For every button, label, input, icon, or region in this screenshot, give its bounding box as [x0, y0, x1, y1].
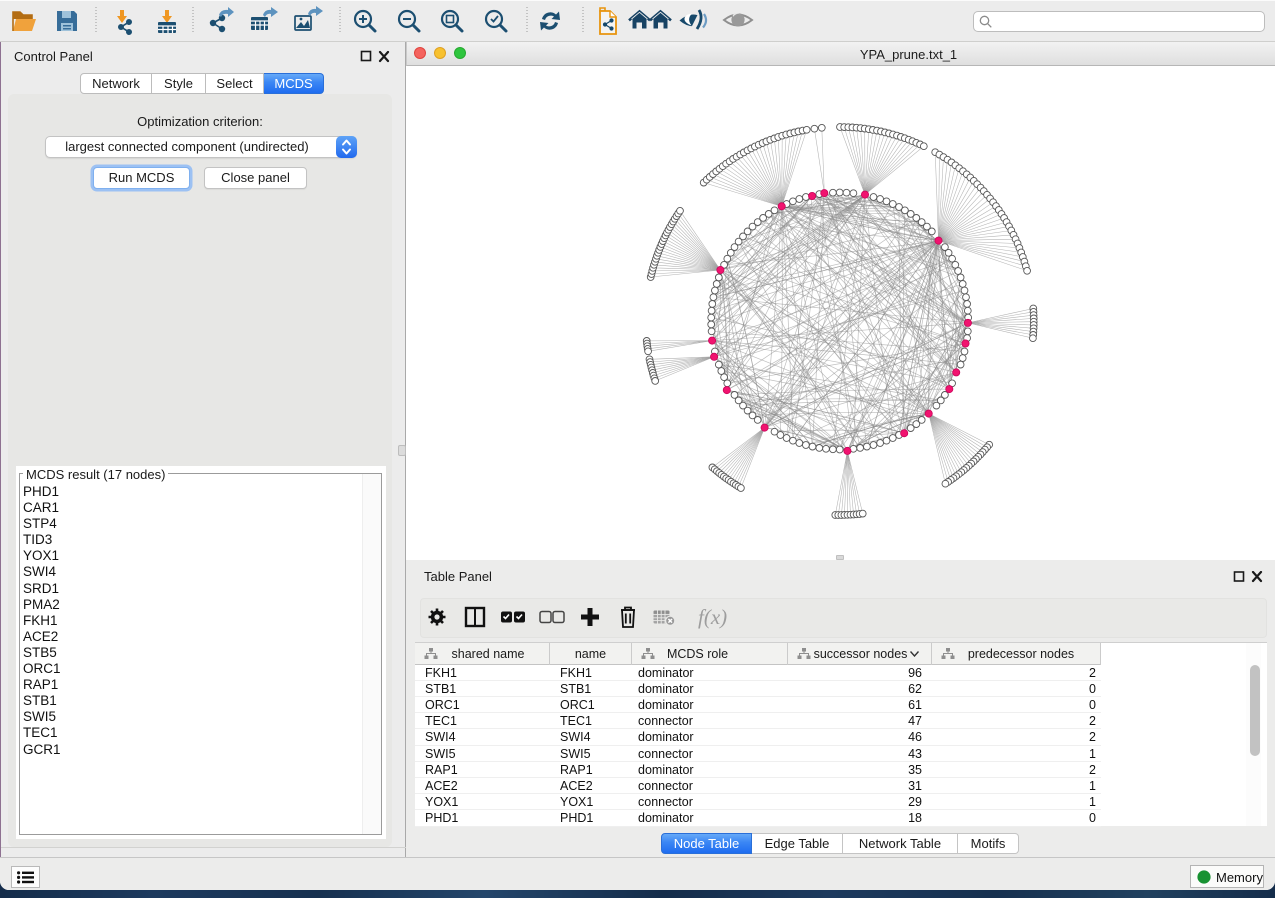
svg-text:f(x): f(x)	[698, 605, 727, 629]
